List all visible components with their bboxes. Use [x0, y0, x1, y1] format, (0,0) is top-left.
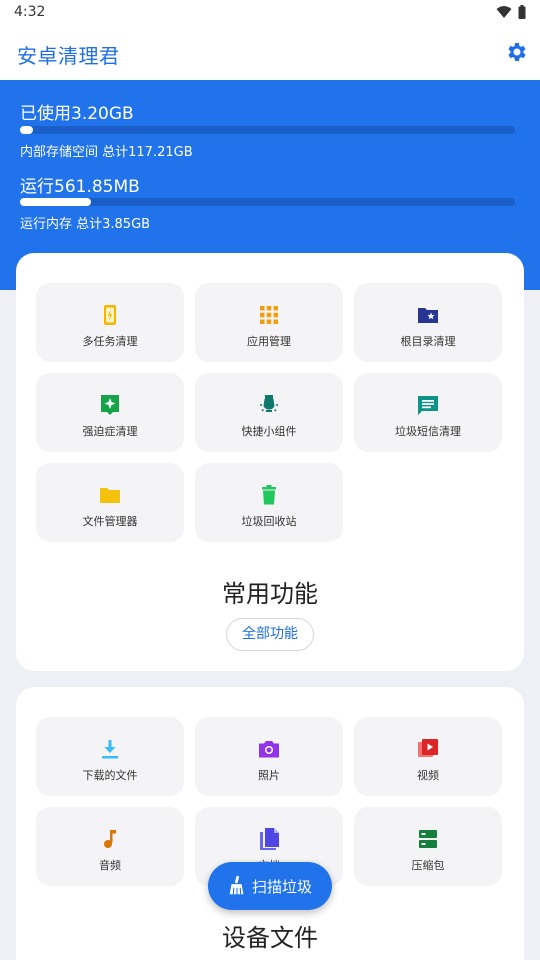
tile-label: 垃圾回收站 — [241, 515, 297, 528]
tile-photos[interactable]: 照片 — [195, 717, 343, 796]
folder-star-icon — [418, 308, 438, 323]
tile-audio[interactable]: 音频 — [36, 807, 184, 886]
storage-detail: 内部存储空间 总计117.21GB — [20, 145, 193, 160]
tile-label: 强迫症清理 — [82, 425, 138, 438]
tile-multitask-clean[interactable]: 多任务清理 — [36, 283, 184, 362]
tile-label: 文件管理器 — [82, 515, 138, 528]
archive-icon — [419, 830, 437, 848]
trash-icon — [262, 485, 276, 505]
folder-icon — [100, 488, 120, 503]
download-icon — [102, 740, 118, 759]
status-time: 4:32 — [14, 4, 46, 20]
wifi-icon — [496, 6, 512, 18]
tile-label: 压缩包 — [411, 859, 445, 872]
tile-label: 垃圾短信清理 — [395, 425, 461, 438]
lamp-widget-icon — [260, 395, 278, 412]
status-bar: 4:32 — [0, 0, 540, 24]
apps-grid-icon — [260, 306, 278, 324]
all-functions-button[interactable]: 全部功能 — [226, 618, 314, 651]
tile-file-manager[interactable]: 文件管理器 — [36, 463, 184, 542]
status-icons — [496, 5, 526, 19]
tile-downloads[interactable]: 下载的文件 — [36, 717, 184, 796]
scan-junk-button[interactable]: 扫描垃圾 — [208, 862, 332, 910]
tile-quick-widget[interactable]: 快捷小组件 — [195, 373, 343, 452]
scan-junk-label: 扫描垃圾 — [252, 878, 313, 896]
video-icon — [418, 739, 438, 757]
memory-progress-fill — [20, 198, 91, 206]
document-icon — [260, 828, 279, 850]
music-note-icon — [104, 830, 116, 848]
phone-bolt-icon — [104, 305, 116, 325]
tile-root-clean[interactable]: 根目录清理 — [354, 283, 502, 362]
storage-progress-fill — [20, 126, 34, 134]
gear-icon[interactable] — [504, 40, 528, 64]
common-functions-card: 多任务清理 应用管理 根目录清理 强迫症清理 快捷小组件 垃圾短信清理 文件管理… — [16, 253, 524, 671]
memory-detail: 运行内存 总计3.85GB — [20, 217, 151, 232]
tile-label: 照片 — [258, 769, 280, 782]
tile-videos[interactable]: 视频 — [354, 717, 502, 796]
tile-label: 快捷小组件 — [241, 425, 297, 438]
storage-used-label: 已使用3.20GB — [20, 104, 134, 124]
tile-label: 多任务清理 — [82, 335, 138, 348]
broom-icon — [229, 875, 244, 895]
tile-label: 音频 — [99, 859, 121, 872]
app-bar: 安卓清理君 — [0, 24, 540, 80]
device-files-card: 下载的文件 照片 视频 音频 文档 压缩包 设备文件 — [16, 687, 524, 960]
device-files-title: 设备文件 — [222, 924, 318, 952]
memory-progress-bar — [20, 198, 515, 206]
tile-label: 下载的文件 — [82, 769, 138, 782]
message-icon — [418, 396, 438, 415]
tile-ocd-clean[interactable]: 强迫症清理 — [36, 373, 184, 452]
tile-label: 根目录清理 — [400, 335, 456, 348]
tile-label: 应用管理 — [247, 335, 291, 348]
camera-icon — [259, 741, 279, 758]
sparkle-chat-icon — [101, 395, 119, 415]
tile-spam-sms-clean[interactable]: 垃圾短信清理 — [354, 373, 502, 452]
tile-app-management[interactable]: 应用管理 — [195, 283, 343, 362]
tile-label: 视频 — [417, 769, 439, 782]
common-functions-title: 常用功能 — [222, 580, 318, 608]
battery-icon — [518, 5, 526, 19]
storage-progress-bar — [20, 126, 515, 134]
tile-archives[interactable]: 压缩包 — [354, 807, 502, 886]
app-title: 安卓清理君 — [17, 44, 120, 68]
memory-running-label: 运行561.85MB — [20, 177, 140, 197]
tile-recycle-bin[interactable]: 垃圾回收站 — [195, 463, 343, 542]
